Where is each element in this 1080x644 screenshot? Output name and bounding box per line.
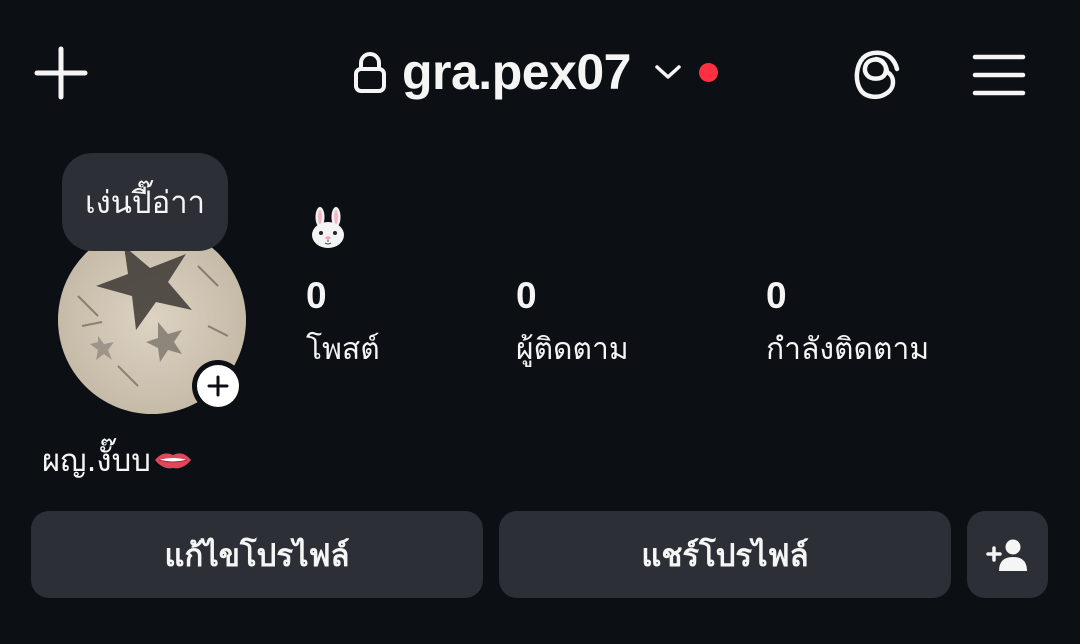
plus-icon — [207, 375, 229, 397]
stat-posts-value: 0 — [306, 275, 327, 316]
rabbit-face-icon — [312, 207, 344, 248]
note-text: เง่นปี๊อ่าา — [84, 185, 206, 221]
add-story-button[interactable] — [192, 360, 244, 412]
stat-followers[interactable]: 0 ผู้ติดตาม — [516, 276, 629, 370]
edit-profile-button[interactable]: แก้ไขโปรไฟล์ — [31, 511, 483, 598]
stat-posts-label: โพสต์ — [306, 332, 380, 367]
top-bar: gra.pex07 — [0, 0, 1080, 150]
hamburger-menu-icon — [972, 54, 1026, 96]
username: gra.pex07 — [402, 44, 631, 100]
stat-posts[interactable]: 0 โพสต์ — [306, 276, 380, 370]
stat-following-value: 0 — [766, 275, 787, 316]
display-name: ผญ.งั๊บบ — [42, 443, 151, 479]
account-switcher[interactable]: gra.pex07 — [350, 36, 718, 108]
lock-icon — [354, 52, 386, 93]
stat-followers-label: ผู้ติดตาม — [516, 332, 629, 367]
note-bubble[interactable]: เง่นปี๊อ่าา — [62, 153, 228, 251]
stat-following[interactable]: 0 กำลังติดตาม — [766, 276, 929, 370]
notification-dot — [698, 62, 718, 82]
display-name-row: ผญ.งั๊บบ — [42, 438, 193, 482]
stat-followers-value: 0 — [516, 275, 537, 316]
biting-lip-icon — [154, 453, 191, 469]
chevron-down-icon — [655, 65, 681, 79]
add-person-icon — [985, 539, 1027, 571]
stat-following-label: กำลังติดตาม — [766, 332, 930, 367]
threads-button[interactable] — [844, 42, 910, 108]
menu-button[interactable] — [966, 42, 1032, 108]
create-button[interactable] — [28, 40, 94, 106]
threads-icon — [854, 50, 900, 99]
discover-people-button[interactable] — [967, 511, 1048, 598]
profile-avatar-container[interactable] — [58, 226, 248, 416]
share-profile-button[interactable]: แชร์โปรไฟล์ — [499, 511, 951, 598]
plus-icon — [34, 46, 88, 100]
